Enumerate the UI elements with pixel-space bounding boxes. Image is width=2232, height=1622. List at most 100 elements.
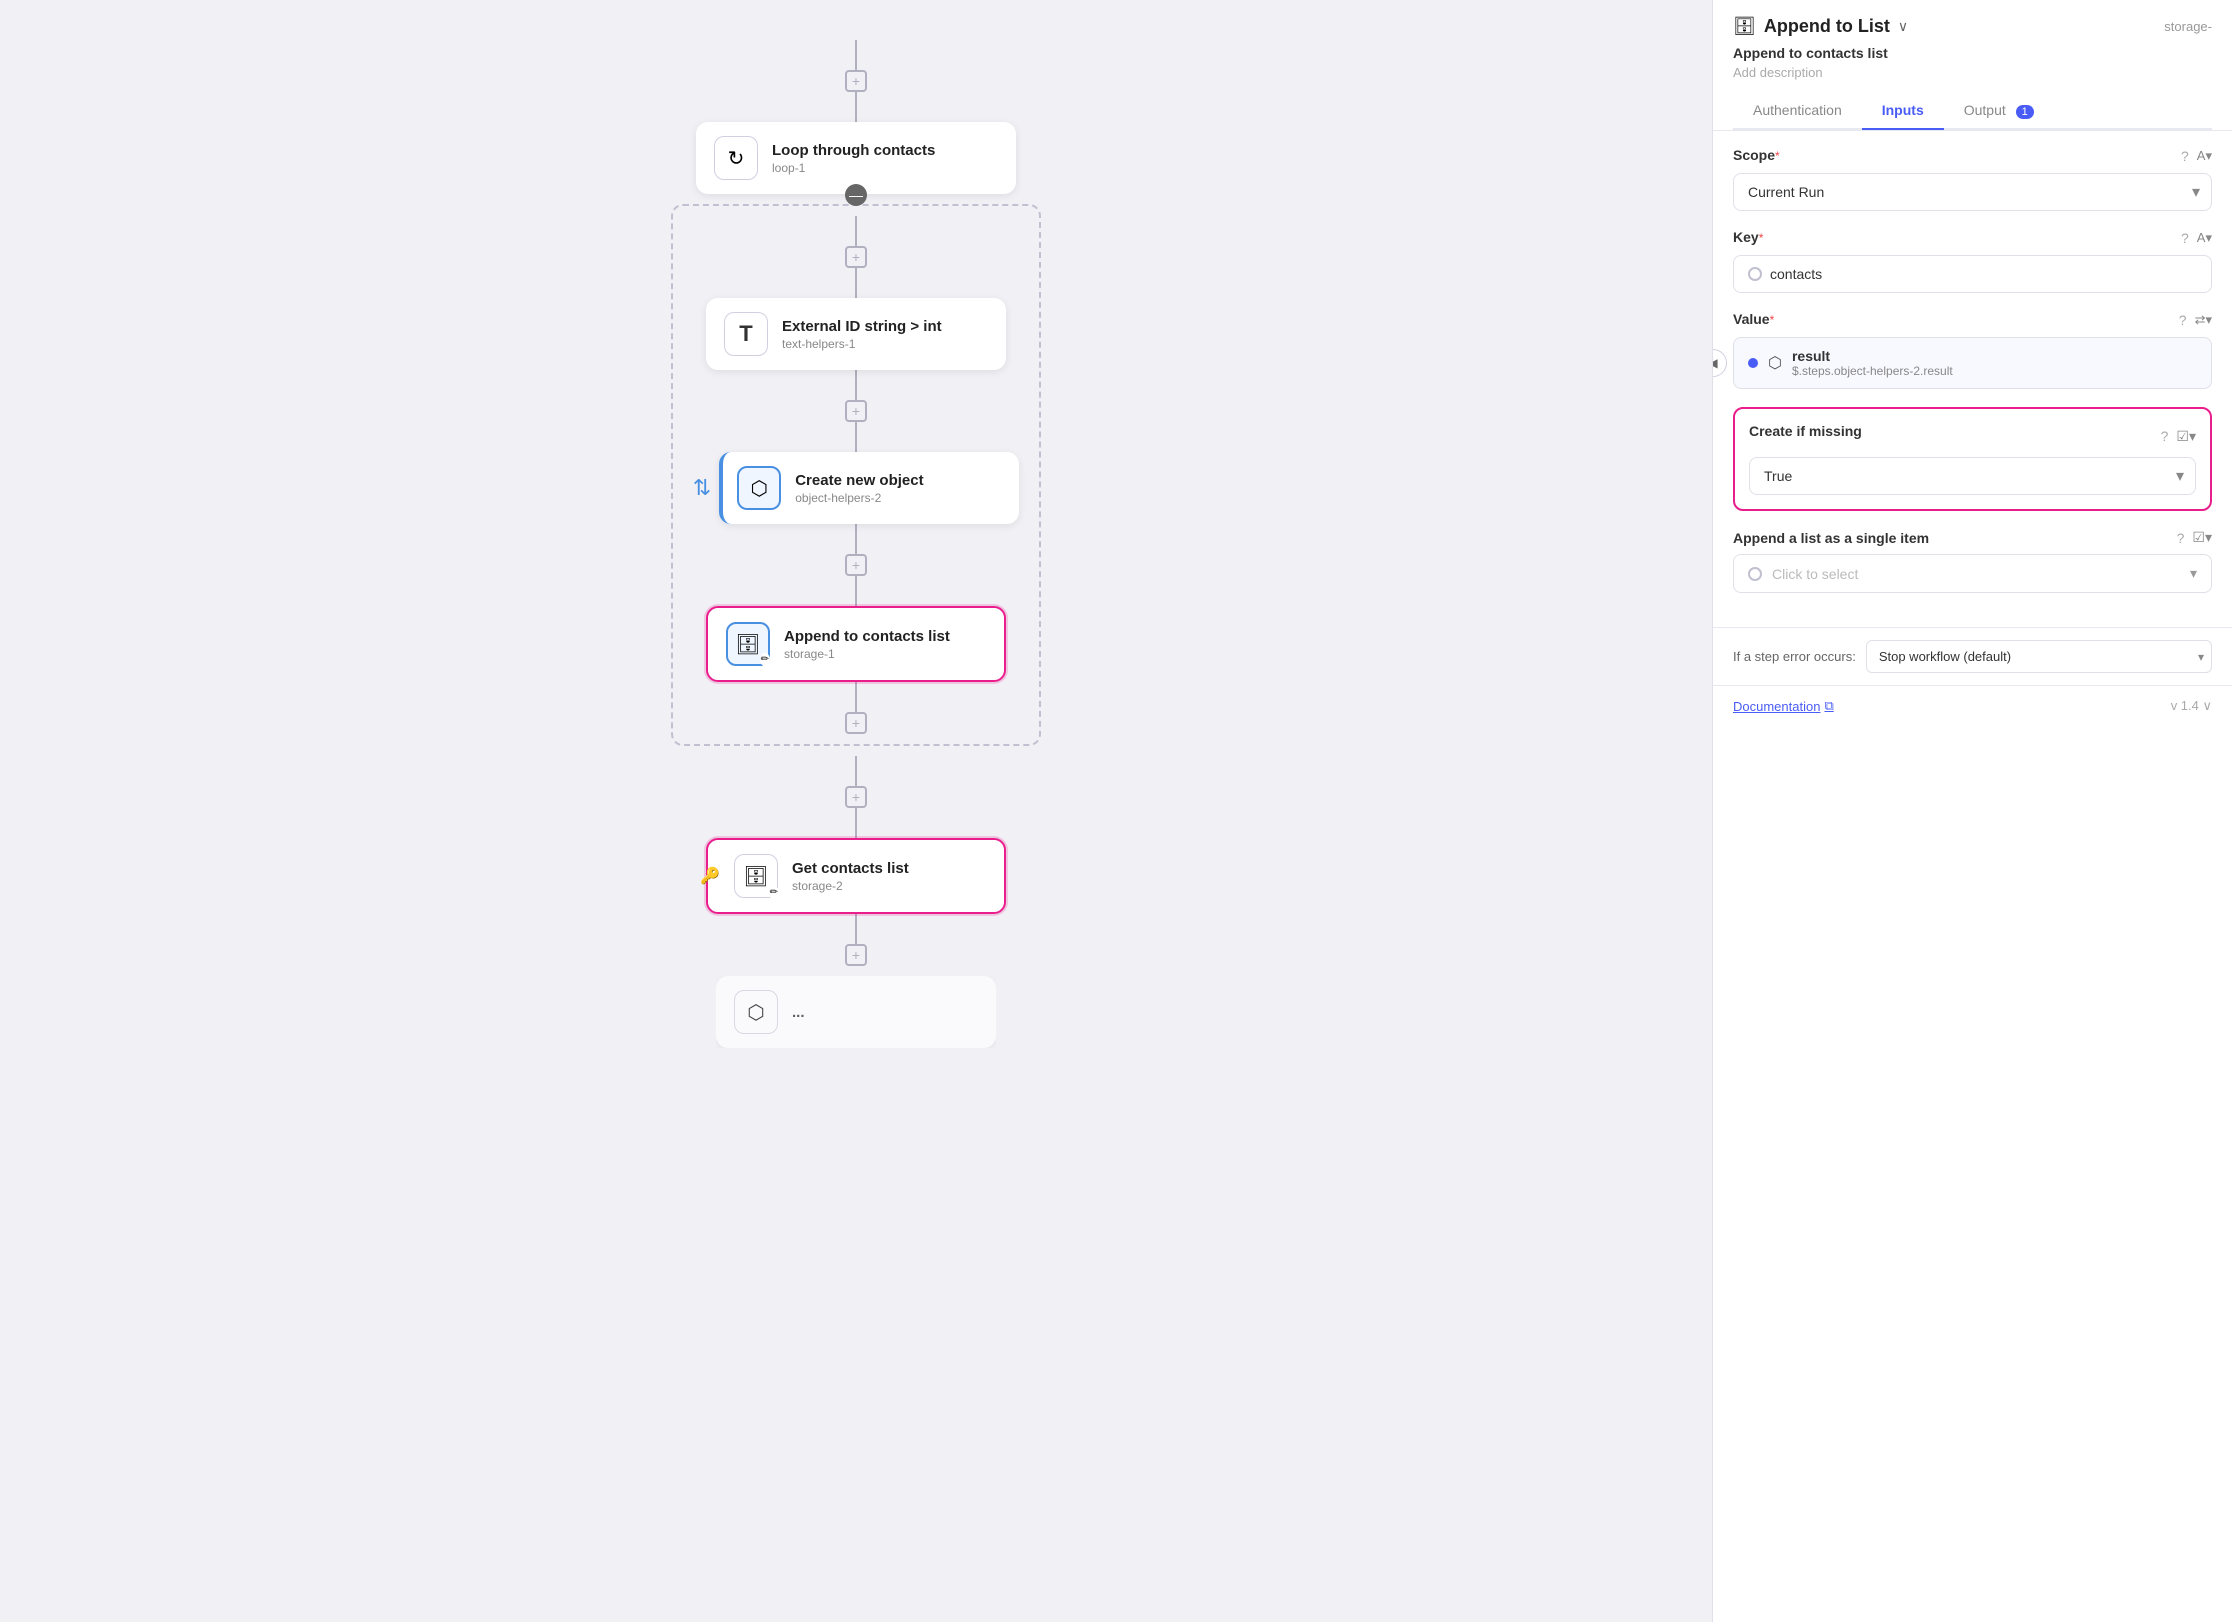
cim-actions: ? ☑▾ xyxy=(2161,428,2196,445)
panel-title-left: 🗄 Append to List ∨ xyxy=(1733,16,1908,37)
panel-header: 🗄 Append to List ∨ storage- Append to co… xyxy=(1713,0,2232,131)
error-select[interactable]: Stop workflow (default) Continue Retry xyxy=(1866,640,2212,673)
inner-connector-4 xyxy=(855,422,857,452)
panel-title-row: 🗄 Append to List ∨ storage- xyxy=(1733,16,2212,37)
post-loop-connector-2 xyxy=(855,808,857,838)
add-node-inside-4[interactable]: + xyxy=(845,712,867,734)
inner-connector-2 xyxy=(855,268,857,298)
storage-append-node[interactable]: 🗄✏ Append to contacts list storage-1 xyxy=(706,606,1006,682)
output-tab-badge: 1 xyxy=(2016,105,2034,119)
scope-label-row: Scope* ? A▾ xyxy=(1733,147,2212,165)
text-icon: T xyxy=(724,312,768,356)
inner-connector-6 xyxy=(855,576,857,606)
value-actions: ? ⇄▾ xyxy=(2179,312,2212,328)
add-node-inside-2[interactable]: + xyxy=(845,400,867,422)
cim-select[interactable]: True False xyxy=(1749,457,2196,495)
loop-node-subtitle: loop-1 xyxy=(772,161,935,175)
append-help-icon[interactable]: ? xyxy=(2177,530,2185,546)
add-node-inside-1[interactable]: + xyxy=(845,246,867,268)
inner-connector-1 xyxy=(855,216,857,246)
connector-line xyxy=(855,40,857,70)
object-node-wrapper: ⇅ ⬡ Create new object object-helpers-2 xyxy=(693,452,1019,524)
key-format-btn[interactable]: A▾ xyxy=(2197,230,2212,246)
tab-inputs[interactable]: Inputs xyxy=(1862,92,1944,130)
panel-title: Append to List xyxy=(1764,16,1890,37)
add-node-btn-top[interactable]: + xyxy=(845,70,867,92)
storage-node-subtitle: storage-1 xyxy=(784,647,950,661)
append-actions: ? ☑▾ xyxy=(2177,529,2212,546)
bottom-connector xyxy=(855,914,857,944)
get-node-title: Get contacts list xyxy=(792,860,909,877)
value-format-btn[interactable]: ⇄▾ xyxy=(2195,312,2212,328)
error-select-container[interactable]: Stop workflow (default) Continue Retry xyxy=(1866,640,2212,673)
click-to-select-text: Click to select xyxy=(1772,566,1858,582)
version-text: v 1.4 ∨ xyxy=(2171,698,2212,714)
panel-content: Scope* ? A▾ Current Run Key* xyxy=(1713,131,2232,627)
key-label-row: Key* ? A▾ xyxy=(1733,229,2212,247)
append-radio[interactable] xyxy=(1748,567,1762,581)
add-node-inside-3[interactable]: + xyxy=(845,554,867,576)
loop-icon: ↻ xyxy=(714,136,758,180)
documentation-link[interactable]: Documentation ⧉ xyxy=(1733,698,1834,714)
error-row: If a step error occurs: Stop workflow (d… xyxy=(1713,627,2232,685)
text-node-title: External ID string > int xyxy=(782,318,942,335)
key-input-row: contacts xyxy=(1733,255,2212,293)
loop-collapse-btn[interactable]: — xyxy=(845,184,867,206)
panel-description[interactable]: Append to contacts list xyxy=(1733,45,2212,61)
panel-tabs: Authentication Inputs Output 1 xyxy=(1733,92,2212,130)
scope-select[interactable]: Current Run xyxy=(1733,173,2212,211)
panel-add-description[interactable]: Add description xyxy=(1733,65,2212,80)
text-helper-node[interactable]: T External ID string > int text-helpers-… xyxy=(706,298,1006,370)
cim-checkbox-icon[interactable]: ☑▾ xyxy=(2176,428,2196,445)
value-item[interactable]: ⬡ result $.steps.object-helpers-2.result xyxy=(1733,337,2212,389)
cim-help-icon[interactable]: ? xyxy=(2161,428,2169,444)
scope-select-container[interactable]: Current Run xyxy=(1733,173,2212,211)
create-if-missing-section: Create if missing ? ☑▾ True False xyxy=(1733,407,2212,511)
append-single-field: Append a list as a single item ? ☑▾ Clic… xyxy=(1733,529,2212,593)
value-label: Value* xyxy=(1733,311,1774,329)
value-label-row: Value* ? ⇄▾ xyxy=(1733,311,2212,329)
add-node-after-loop[interactable]: + xyxy=(845,786,867,808)
get-contacts-node[interactable]: 🔑 🗄✏ Get contacts list storage-2 xyxy=(706,838,1006,914)
right-panel-inner: ◀ 🗄 Append to List ∨ storage- Append to … xyxy=(1713,0,2232,726)
loop-node[interactable]: ↻ Loop through contacts loop-1 — xyxy=(696,122,1016,194)
workflow-canvas[interactable]: + ↻ Loop through contacts loop-1 — + T E… xyxy=(0,0,1712,1622)
key-field: Key* ? A▾ contacts xyxy=(1733,229,2212,293)
tab-authentication[interactable]: Authentication xyxy=(1733,92,1862,130)
value-path: $.steps.object-helpers-2.result xyxy=(1792,364,1953,378)
pencil-badge-icon: ✏ xyxy=(760,653,770,666)
scope-format-btn[interactable]: A▾ xyxy=(2197,148,2212,164)
object-node-subtitle: object-helpers-2 xyxy=(795,491,923,505)
key-icon: 🔑 xyxy=(700,866,720,886)
key-label: Key* xyxy=(1733,229,1763,247)
storage-icon: 🗄✏ xyxy=(726,622,770,666)
key-radio[interactable] xyxy=(1748,267,1762,281)
branch-indicator: ⇅ xyxy=(693,475,711,501)
scope-label: Scope* xyxy=(1733,147,1780,165)
post-loop-connector-1 xyxy=(855,756,857,786)
connector-line-2 xyxy=(855,92,857,122)
storage-node-title: Append to contacts list xyxy=(784,628,950,645)
tab-output[interactable]: Output 1 xyxy=(1944,92,2054,130)
value-name: result xyxy=(1792,348,1953,364)
add-node-bottom[interactable]: + xyxy=(845,944,867,966)
append-checkbox-icon[interactable]: ☑▾ xyxy=(2192,529,2212,546)
key-help-icon[interactable]: ? xyxy=(2181,230,2189,246)
pencil-badge-2-icon: ✏ xyxy=(769,886,779,899)
key-actions: ? A▾ xyxy=(2181,230,2212,246)
scope-help-icon[interactable]: ? xyxy=(2181,148,2189,164)
cim-select-container[interactable]: True False xyxy=(1749,457,2196,495)
click-select-chevron: ▾ xyxy=(2190,565,2197,582)
value-field: Value* ? ⇄▾ ⬡ result $.steps.object-help… xyxy=(1733,311,2212,389)
value-text-block: result $.steps.object-helpers-2.result xyxy=(1792,348,1953,378)
get-storage-icon: 🗄✏ xyxy=(734,854,778,898)
append-click-select[interactable]: Click to select ▾ xyxy=(1733,554,2212,593)
panel-title-chevron-icon[interactable]: ∨ xyxy=(1898,18,1908,35)
append-label-row: Append a list as a single item ? ☑▾ xyxy=(1733,529,2212,546)
panel-footer: Documentation ⧉ v 1.4 ∨ xyxy=(1713,685,2232,726)
value-help-icon[interactable]: ? xyxy=(2179,312,2187,328)
panel-node-icon: 🗄 xyxy=(1733,16,1756,37)
object-helper-node[interactable]: ⬡ Create new object object-helpers-2 xyxy=(719,452,1019,524)
append-label: Append a list as a single item xyxy=(1733,530,1929,546)
scope-actions: ? A▾ xyxy=(2181,148,2212,164)
